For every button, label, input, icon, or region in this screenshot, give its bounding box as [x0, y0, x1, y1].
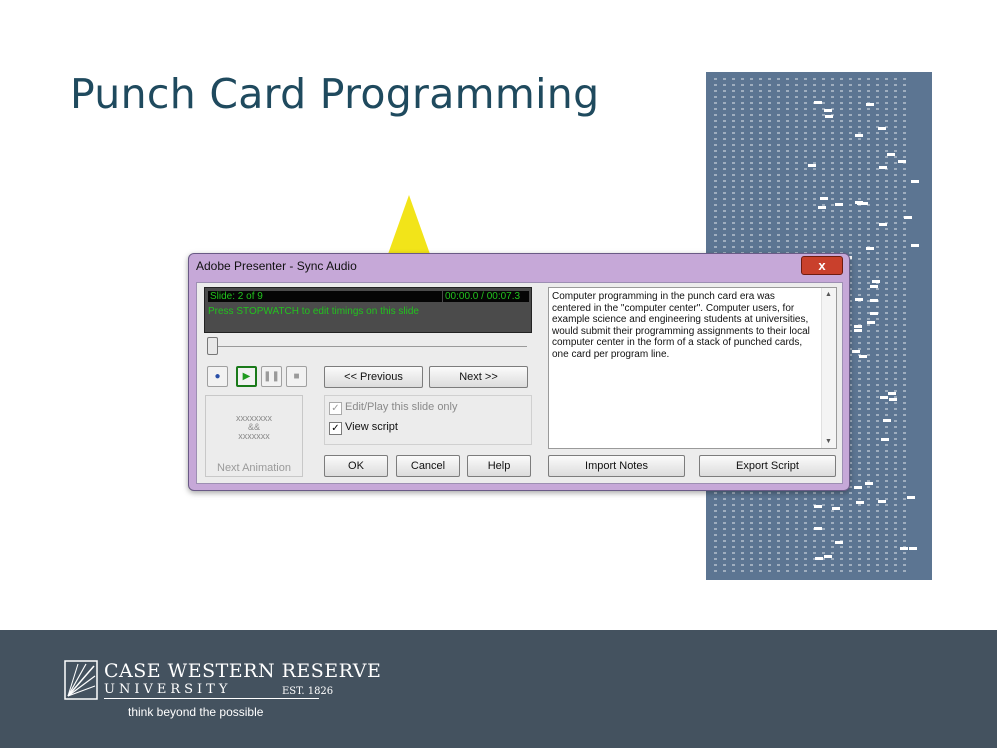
export-script-button[interactable]: Export Script [699, 455, 836, 477]
previous-button[interactable]: << Previous [324, 366, 423, 388]
punch-hole [866, 247, 874, 250]
next-button[interactable]: Next >> [429, 366, 528, 388]
stop-icon: ■ [293, 371, 300, 382]
punch-hole [879, 223, 887, 226]
punch-hole [814, 505, 822, 508]
punch-hole [856, 501, 864, 504]
punch-hole [835, 541, 843, 544]
punch-hole [878, 500, 886, 503]
logo-mark-icon [64, 660, 98, 700]
close-button[interactable]: x [801, 256, 843, 275]
punch-hole [825, 115, 833, 118]
punch-hole [814, 101, 822, 104]
cancel-button[interactable]: Cancel [396, 455, 460, 477]
scroll-down-icon[interactable]: ▼ [825, 438, 832, 445]
play-icon: ▶ [242, 371, 251, 382]
stopwatch-icon: ● [214, 371, 221, 382]
time-readout: 00:00.0 / 00:07.3 [443, 291, 529, 302]
punch-column [867, 78, 870, 574]
punch-hole [880, 396, 888, 399]
logo-name: CASE WESTERN RESERVE [104, 660, 382, 682]
logo-tagline: think beyond the possible [128, 705, 264, 719]
punch-hole [824, 109, 832, 112]
punch-hole [898, 160, 906, 163]
options-group: ✓ Edit/Play this slide only ✓ View scrip… [324, 395, 532, 445]
import-notes-button[interactable]: Import Notes [548, 455, 685, 477]
display-message: Press STOPWATCH to edit timings on this … [208, 306, 419, 317]
script-textarea[interactable]: Computer programming in the punch card e… [548, 287, 837, 449]
punch-hole [907, 496, 915, 499]
punch-hole [866, 103, 874, 106]
next-animation-button[interactable]: xxxxxxxx && xxxxxxx Next Animation [205, 395, 303, 477]
dialog-title: Adobe Presenter - Sync Audio [196, 259, 357, 273]
punch-hole [872, 280, 880, 283]
punch-hole [818, 206, 826, 209]
view-script-checkbox[interactable]: ✓ [329, 422, 342, 435]
punch-hole [859, 355, 867, 358]
dialog-client: Slide: 2 of 9 00:00.0 / 00:07.3 Press ST… [196, 282, 843, 484]
logo-university: UNIVERSITY [104, 682, 232, 697]
punch-hole [857, 202, 865, 205]
punch-hole [878, 127, 886, 130]
punch-hole [870, 312, 878, 315]
stop-button[interactable]: ■ [286, 366, 307, 387]
pause-button[interactable]: ❚❚ [261, 366, 282, 387]
punch-hole [911, 180, 919, 183]
punch-hole [852, 350, 860, 353]
punch-hole [879, 166, 887, 169]
punch-hole [888, 392, 896, 395]
punch-column [903, 78, 906, 574]
help-button[interactable]: Help [467, 455, 531, 477]
punch-hole [824, 555, 832, 558]
punch-hole [855, 134, 863, 137]
timeline-slider-thumb[interactable] [207, 337, 218, 355]
edit-play-label: Edit/Play this slide only [345, 401, 458, 413]
edit-play-checkbox[interactable]: ✓ [329, 402, 342, 415]
timing-display: Slide: 2 of 9 00:00.0 / 00:07.3 Press ST… [204, 287, 532, 333]
punch-hole [904, 216, 912, 219]
punch-hole [854, 329, 862, 332]
slide: Punch Card Programming Adobe Presenter -… [0, 0, 997, 748]
punch-hole [867, 321, 875, 324]
punch-hole [815, 557, 823, 560]
punch-hole [909, 547, 917, 550]
sync-audio-dialog: Adobe Presenter - Sync Audio x Slide: 2 … [188, 253, 850, 491]
punch-hole [900, 547, 908, 550]
scroll-up-icon[interactable]: ▲ [825, 291, 832, 298]
punch-hole [854, 325, 862, 328]
slide-title: Punch Card Programming [70, 70, 600, 118]
punch-hole [881, 438, 889, 441]
punch-hole [855, 298, 863, 301]
timeline-track[interactable] [209, 346, 527, 347]
view-script-label: View script [345, 421, 398, 433]
script-scrollbar[interactable]: ▲ ▼ [821, 288, 836, 448]
punch-hole [883, 419, 891, 422]
punch-hole [814, 527, 822, 530]
logo-divider [104, 698, 319, 699]
play-button[interactable]: ▶ [236, 366, 257, 387]
slide-counter: Slide: 2 of 9 [208, 291, 442, 302]
punch-hole [870, 285, 878, 288]
punch-hole [835, 203, 843, 206]
ok-button[interactable]: OK [324, 455, 388, 477]
punch-hole [889, 398, 897, 401]
animation-icon: xxxxxxxx && xxxxxxx [236, 413, 272, 441]
pause-icon: ❚❚ [263, 371, 280, 382]
script-text: Computer programming in the punch card e… [552, 291, 810, 360]
punch-hole [887, 153, 895, 156]
punch-hole [870, 299, 878, 302]
punch-hole [820, 197, 828, 200]
punch-hole [911, 244, 919, 247]
punch-hole [854, 486, 862, 489]
punch-hole [808, 164, 816, 167]
footer-band: CASE WESTERN RESERVE UNIVERSITY EST. 182… [0, 630, 997, 748]
logo-established: EST. 1826 [282, 686, 334, 697]
stopwatch-button[interactable]: ● [207, 366, 228, 387]
punch-hole [832, 507, 840, 510]
next-animation-label: Next Animation [217, 462, 291, 474]
punch-hole [865, 482, 873, 485]
